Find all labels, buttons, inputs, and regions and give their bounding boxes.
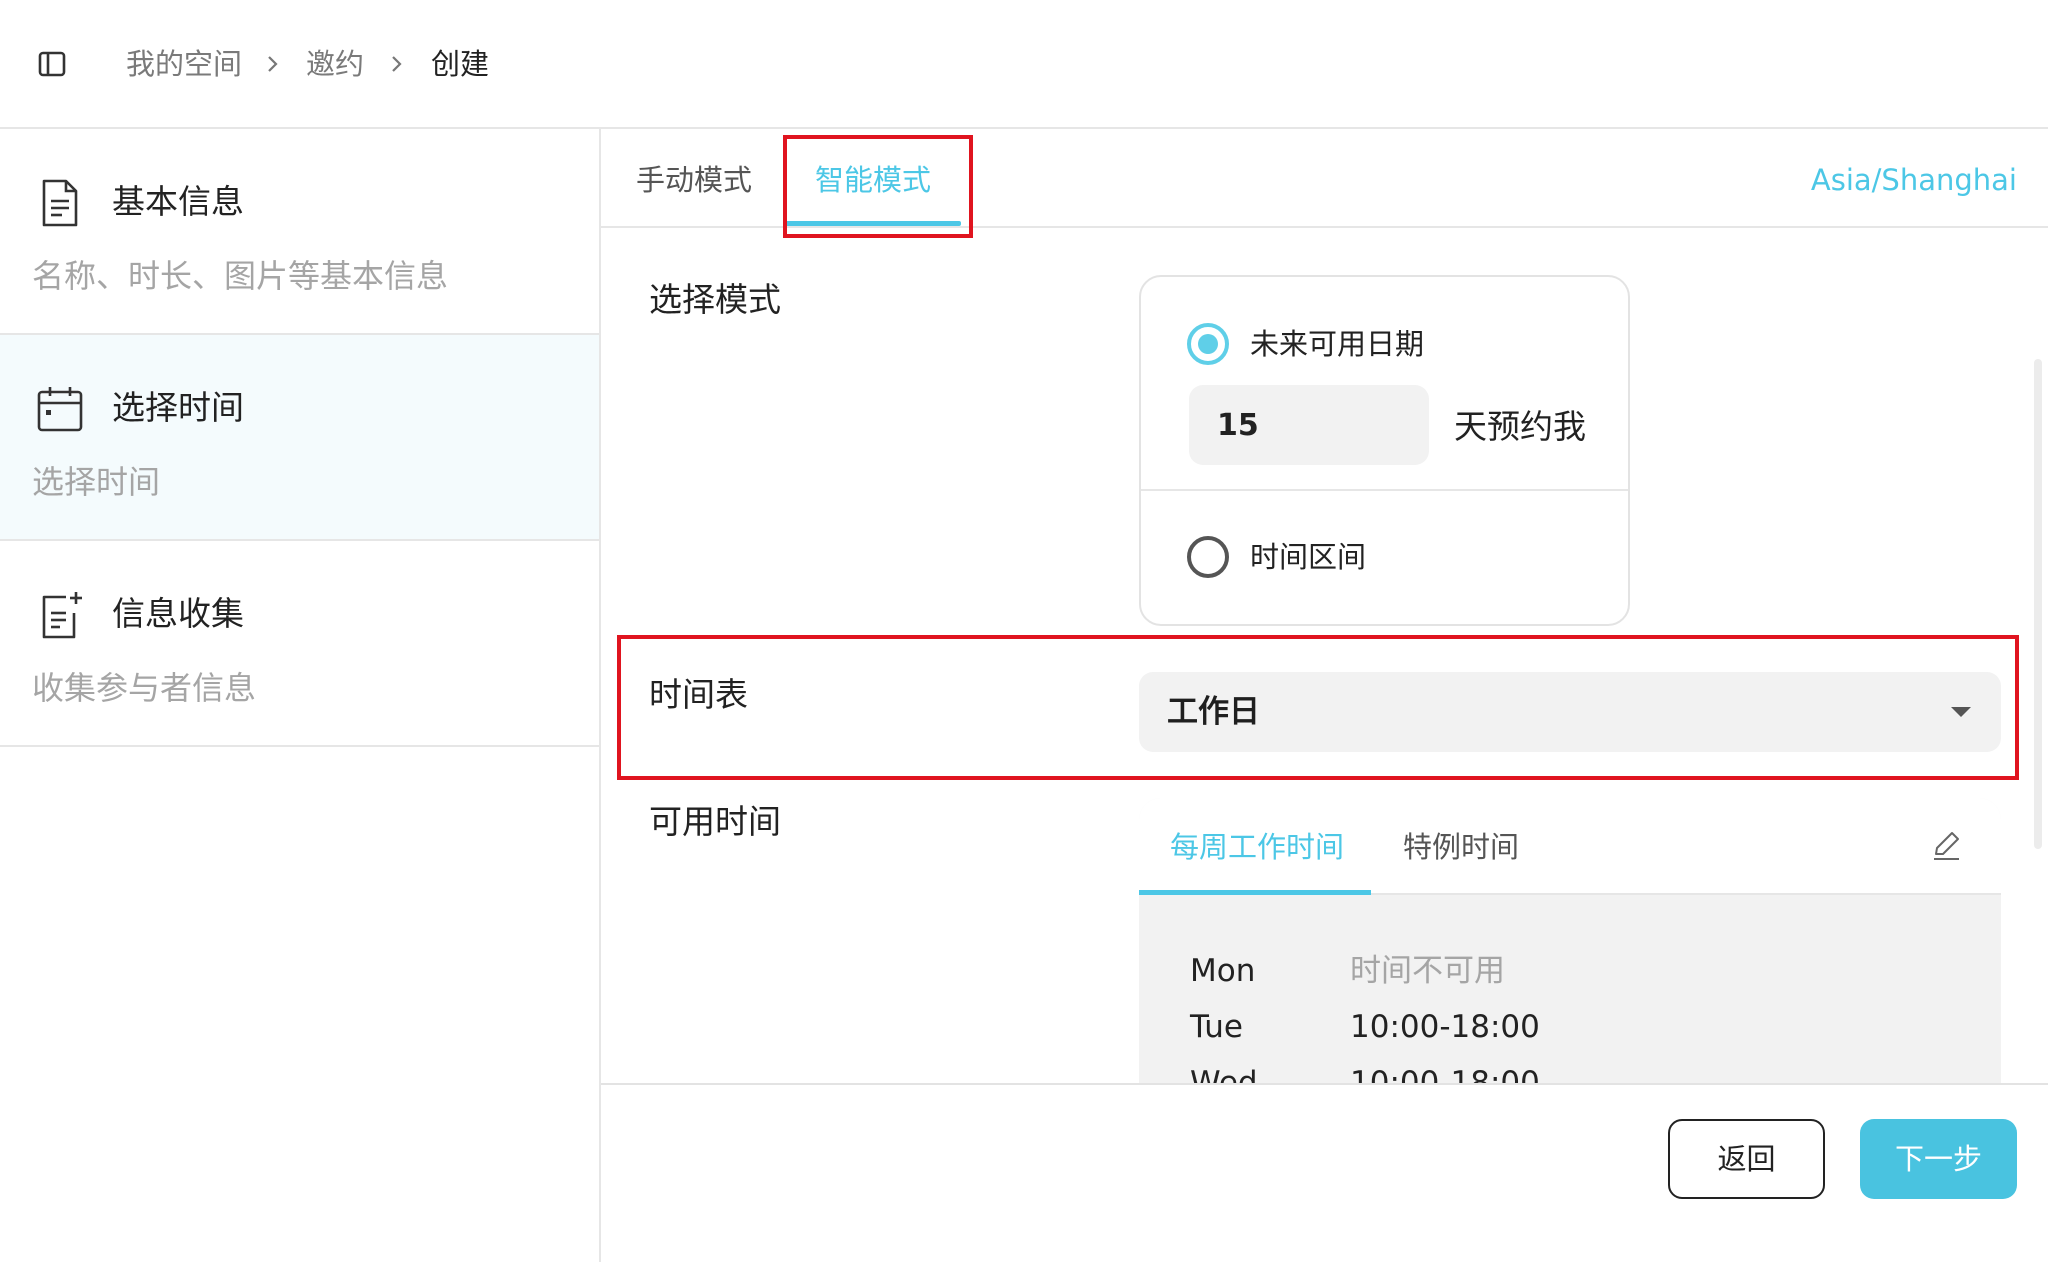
radio-time-range-label[interactable]: 时间区间 xyxy=(1250,536,1366,578)
vertical-scrollbar[interactable] xyxy=(2032,229,2046,1214)
step-title: 基本信息 xyxy=(112,182,244,221)
schedule-selected-value: 工作日 xyxy=(1167,694,1260,730)
sidebar-toggle-icon[interactable] xyxy=(36,48,68,80)
mode-tab-bar: 手动模式 智能模式 Asia/Shanghai xyxy=(601,129,2048,228)
back-button[interactable]: 返回 xyxy=(1668,1119,1825,1199)
tab-exception-time[interactable]: 特例时间 xyxy=(1403,826,1519,868)
timezone-selector[interactable]: Asia/Shanghai xyxy=(1811,159,2017,201)
tab-smart-mode[interactable]: 智能模式 xyxy=(815,159,931,201)
calendar-icon xyxy=(36,383,84,435)
step-subtitle: 名称、时长、图片等基本信息 xyxy=(32,257,449,295)
main-content: 手动模式 智能模式 Asia/Shanghai 选择模式 未来可用日期 天预约我… xyxy=(601,129,2048,1262)
chevron-right-icon xyxy=(263,52,283,76)
tab-weekly-hours[interactable]: 每周工作时间 xyxy=(1170,826,1344,868)
step-subtitle: 收集参与者信息 xyxy=(32,669,257,707)
weekday-hours: 10:00-18:00 xyxy=(1350,1009,1540,1045)
chevron-right-icon xyxy=(387,52,407,76)
schedule-label: 时间表 xyxy=(649,675,748,714)
step-subtitle: 选择时间 xyxy=(32,463,161,501)
breadcrumb-my-space[interactable]: 我的空间 xyxy=(126,42,242,86)
footer-actions: 返回 下一步 xyxy=(601,1083,2048,1262)
select-mode-card: 未来可用日期 天预约我 时间区间 xyxy=(1139,275,1630,626)
step-select-time[interactable]: 选择时间 选择时间 xyxy=(0,335,599,541)
available-time-label: 可用时间 xyxy=(649,802,781,841)
available-time-tab-bar: 每周工作时间 特例时间 xyxy=(1139,798,2001,895)
tab-manual-mode[interactable]: 手动模式 xyxy=(636,159,752,201)
step-title: 选择时间 xyxy=(112,388,244,427)
edit-icon[interactable] xyxy=(1929,828,1963,862)
tab-active-indicator xyxy=(785,221,961,226)
step-info-collection[interactable]: 信息收集 收集参与者信息 xyxy=(0,541,599,747)
scrollbar-thumb[interactable] xyxy=(2034,359,2042,849)
next-step-button[interactable]: 下一步 xyxy=(1860,1119,2017,1199)
breadcrumb-invitation[interactable]: 邀约 xyxy=(306,42,364,86)
breadcrumb-create: 创建 xyxy=(431,47,490,81)
weekday-hours: 时间不可用 xyxy=(1350,953,1505,989)
radio-future-dates-label[interactable]: 未来可用日期 xyxy=(1250,323,1424,365)
radio-future-dates[interactable] xyxy=(1187,323,1229,365)
caret-down-icon xyxy=(1951,707,1971,717)
weekday-label: Mon xyxy=(1190,953,1256,989)
step-basic-info[interactable]: 基本信息 名称、时长、图片等基本信息 xyxy=(0,129,599,335)
document-icon xyxy=(36,177,84,229)
top-bar: 我的空间 邀约 创建 xyxy=(0,0,2048,129)
app-root: 我的空间 邀约 创建 基本信息 名称、时长、图片等基本信息 选择时间 选择时间 … xyxy=(0,0,2048,1262)
select-mode-label: 选择模式 xyxy=(649,280,781,319)
form-add-icon xyxy=(36,589,84,641)
schedule-select[interactable]: 工作日 xyxy=(1139,672,2001,752)
divider xyxy=(1141,489,1628,491)
days-ahead-input[interactable] xyxy=(1189,385,1429,465)
weekday-label: Tue xyxy=(1190,1009,1243,1045)
step-list: 基本信息 名称、时长、图片等基本信息 选择时间 选择时间 信息收集 收集参与者信… xyxy=(0,129,601,1262)
radio-time-range[interactable] xyxy=(1187,536,1229,578)
step-title: 信息收集 xyxy=(112,594,244,633)
tab-active-indicator xyxy=(1139,890,1371,895)
days-suffix-label: 天预约我 xyxy=(1454,407,1586,446)
